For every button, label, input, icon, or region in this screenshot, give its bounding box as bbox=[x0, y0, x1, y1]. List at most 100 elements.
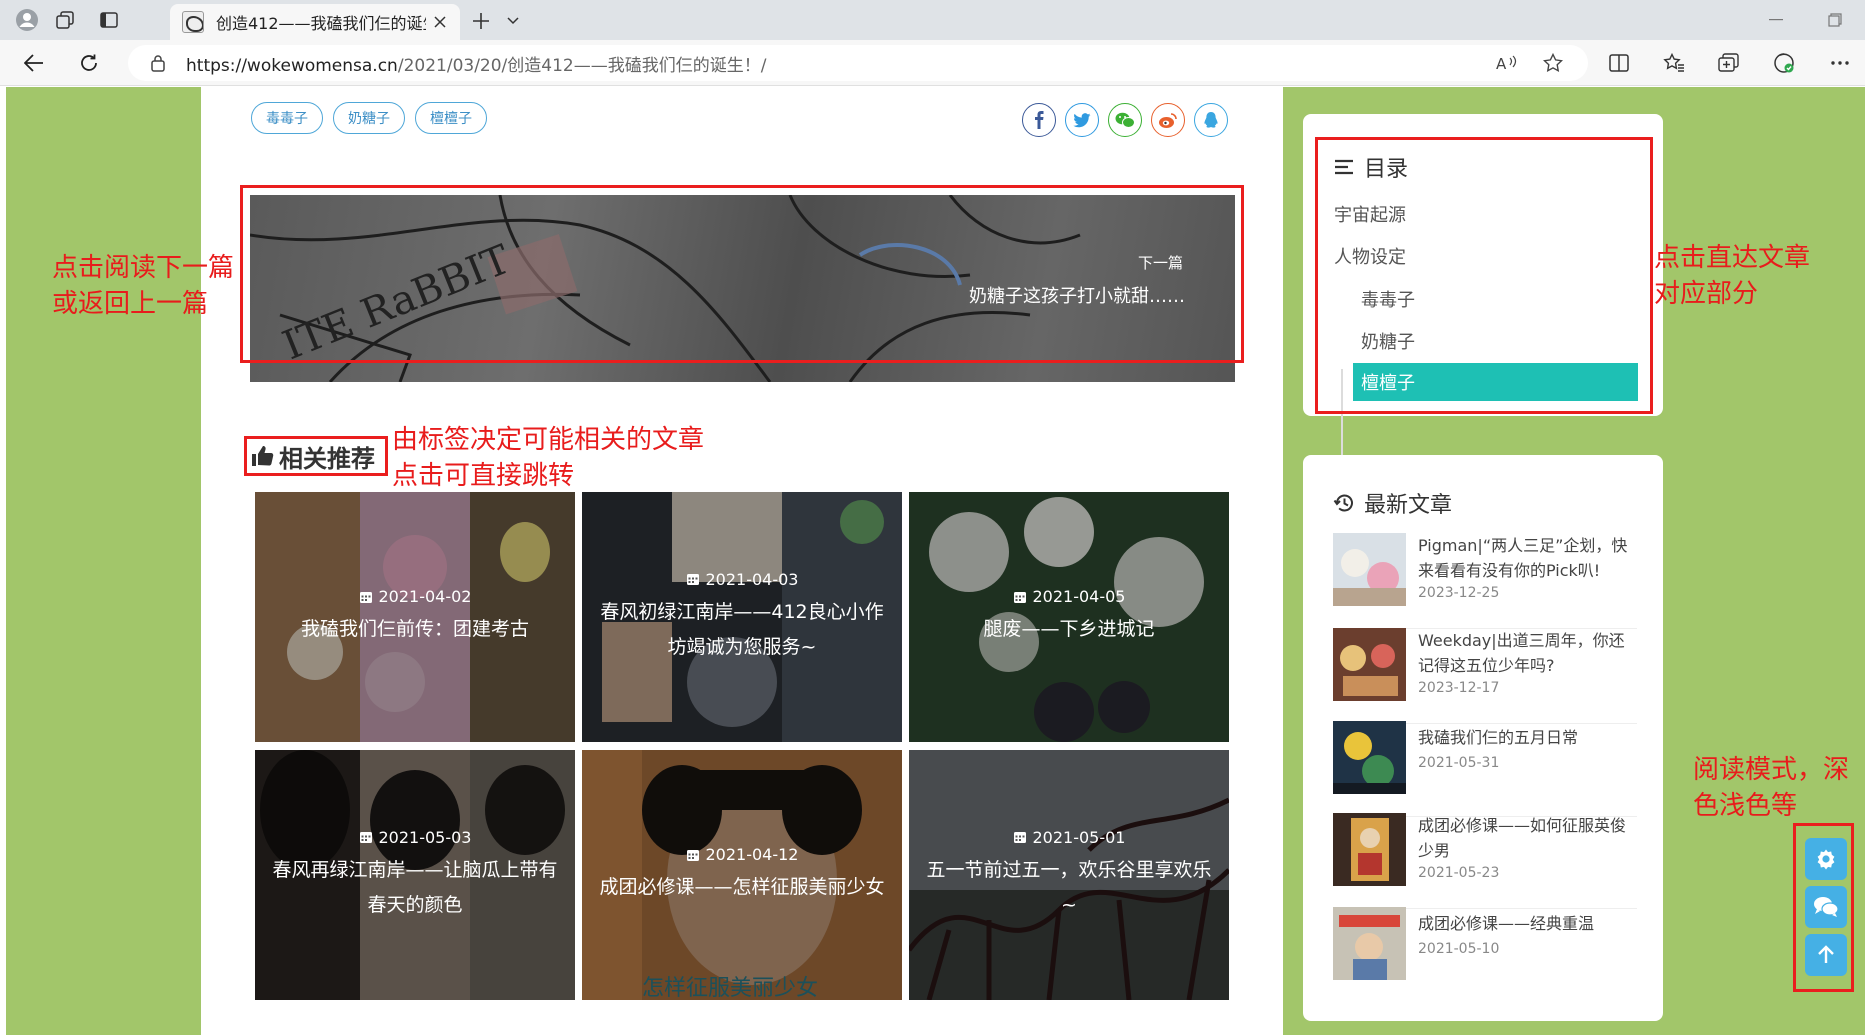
card-title[interactable]: 腿废——下乡进城记 bbox=[971, 612, 1166, 647]
recent-heading-text: 最新文章 bbox=[1364, 493, 1453, 518]
card-date: 2021-04-02 bbox=[378, 587, 472, 606]
address-bar[interactable]: https://wokewomensa.cn/2021/03/20/创造412—… bbox=[128, 45, 1588, 81]
url-host: https://wokewomensa.cn bbox=[186, 55, 398, 76]
card-title[interactable]: 春风再绿江南岸——让脑瓜上带有春天的颜色 bbox=[255, 853, 575, 923]
profile-icon[interactable] bbox=[12, 5, 42, 35]
twitter-icon[interactable] bbox=[1065, 103, 1099, 137]
workspaces-icon[interactable] bbox=[50, 5, 80, 35]
recent-post-title[interactable]: 成团必修课——如何征服英俊少男 bbox=[1418, 813, 1638, 863]
related-post-card[interactable]: 2021-04-05 腿废——下乡进城记 bbox=[909, 492, 1229, 742]
browser-essentials-icon[interactable] bbox=[1768, 47, 1800, 79]
recent-post-title[interactable]: Pigman|“两人三足”企划，快来看看有没有你的Pick叭! bbox=[1418, 533, 1638, 583]
wechat-icon[interactable] bbox=[1108, 103, 1142, 137]
card-date: 2021-04-05 bbox=[1032, 587, 1126, 606]
recent-post-date: 2021-05-10 bbox=[1418, 941, 1500, 957]
more-menu-icon[interactable] bbox=[1824, 47, 1856, 79]
url-text[interactable]: https://wokewomensa.cn/2021/03/20/创造412—… bbox=[186, 51, 766, 76]
tag-link[interactable]: 奶糖子 bbox=[333, 102, 405, 134]
card-meta: 2021-05-03 bbox=[359, 827, 472, 847]
tag-link[interactable]: 檀檀子 bbox=[415, 102, 487, 134]
recent-post-date: 2021-05-23 bbox=[1418, 865, 1500, 881]
split-screen-icon[interactable] bbox=[1603, 47, 1635, 79]
recent-post-item[interactable]: 我磕我们仨的五月日常 2021-05-31 bbox=[1333, 721, 1637, 817]
annotation-line: 点击可直接跳转 bbox=[392, 461, 575, 491]
annotation-box-next-post bbox=[240, 185, 1244, 363]
card-date: 2021-05-03 bbox=[378, 827, 472, 847]
card-meta: 2021-04-12 bbox=[686, 845, 799, 864]
recent-post-item[interactable]: Pigman|“两人三足”企划，快来看看有没有你的Pick叭! 2023-12-… bbox=[1333, 533, 1637, 629]
card-title[interactable]: 春风初绿江南岸——412良心小作坊竭诚为您服务~ bbox=[582, 595, 902, 665]
related-post-card[interactable]: 2021-04-02 我磕我们仨前传：团建考古 bbox=[255, 492, 575, 742]
refresh-icon[interactable] bbox=[73, 47, 105, 79]
minimize-icon[interactable] bbox=[1756, 6, 1796, 34]
recent-heading: 最新文章 bbox=[1333, 487, 1452, 519]
new-tab-icon[interactable] bbox=[466, 6, 496, 36]
card-meta: 2021-04-02 bbox=[359, 587, 472, 606]
lock-icon[interactable] bbox=[148, 53, 168, 73]
related-post-card[interactable]: 2021-05-03 春风再绿江南岸——让脑瓜上带有春天的颜色 bbox=[255, 750, 575, 1000]
card-title[interactable]: 五一节前过五一，欢乐谷里享欢乐~ bbox=[909, 853, 1229, 923]
recent-post-thumb[interactable] bbox=[1333, 533, 1406, 606]
facebook-icon[interactable] bbox=[1022, 103, 1056, 137]
recent-post-item[interactable]: 成团必修课——如何征服英俊少男 2021-05-23 bbox=[1333, 813, 1637, 909]
annotation-line: 点击阅读下一篇 bbox=[52, 253, 235, 283]
site-favicon-icon bbox=[182, 11, 204, 33]
recent-post-thumb[interactable] bbox=[1333, 628, 1406, 701]
annotation-line: 对应部分 bbox=[1654, 279, 1759, 309]
back-arrow-icon[interactable] bbox=[18, 47, 50, 79]
card-meta: 2021-04-05 bbox=[1013, 587, 1126, 606]
card-title[interactable]: 我磕我们仨前传：团建考古 bbox=[289, 612, 541, 647]
tab-title: 创造412——我磕我们仨的诞生！ bbox=[216, 14, 426, 33]
calendar-icon bbox=[686, 849, 699, 861]
active-tab[interactable]: 创造412——我磕我们仨的诞生！ bbox=[170, 4, 460, 40]
recent-post-title[interactable]: 成团必修课——经典重温 bbox=[1418, 911, 1638, 936]
card-meta: 2021-05-01 bbox=[1013, 827, 1126, 847]
close-tab-icon[interactable] bbox=[428, 10, 452, 34]
favorites-icon[interactable] bbox=[1658, 47, 1690, 79]
history-clock-icon bbox=[1333, 494, 1353, 512]
restore-icon[interactable] bbox=[1815, 6, 1855, 34]
recent-post-thumb[interactable] bbox=[1333, 907, 1406, 980]
recent-post-thumb[interactable] bbox=[1333, 721, 1406, 794]
related-post-card[interactable]: 2021-05-01 五一节前过五一，欢乐谷里享欢乐~ bbox=[909, 750, 1229, 1000]
collections-icon[interactable] bbox=[1713, 47, 1745, 79]
share-buttons bbox=[1022, 103, 1228, 137]
article-tags: 毒毒子 奶糖子 檀檀子 bbox=[251, 102, 487, 134]
browser-tab-bar: 创造412——我磕我们仨的诞生！ bbox=[0, 0, 1865, 40]
recent-post-date: 2023-12-17 bbox=[1418, 680, 1500, 696]
weibo-icon[interactable] bbox=[1151, 103, 1185, 137]
card-date: 2021-05-01 bbox=[1032, 827, 1126, 847]
read-aloud-icon[interactable]: A bbox=[1492, 48, 1522, 78]
qq-icon[interactable] bbox=[1194, 103, 1228, 137]
vertical-tabs-icon[interactable] bbox=[94, 5, 124, 35]
tag-link[interactable]: 毒毒子 bbox=[251, 102, 323, 134]
calendar-icon bbox=[686, 574, 699, 585]
related-post-card[interactable]: 怎样征服美丽少女 2021-04-12 成团必修课——怎样征服美丽少女 bbox=[582, 750, 902, 1000]
recent-post-title[interactable]: Weekday|出道三周年，你还记得这五位少年吗? bbox=[1418, 628, 1638, 678]
annotation-related-note: 由标签决定可能相关的文章 点击可直接跳转 bbox=[392, 422, 704, 494]
annotation-line: 由标签决定可能相关的文章 bbox=[392, 425, 705, 455]
card-meta: 2021-04-03 bbox=[686, 569, 799, 589]
recent-post-date: 2023-12-25 bbox=[1418, 585, 1500, 601]
calendar-icon bbox=[359, 591, 372, 603]
annotation-tools-note: 阅读模式，深 色浅色等 bbox=[1693, 752, 1849, 824]
tab-list-chevron-icon[interactable] bbox=[500, 6, 526, 36]
annotation-box-toc bbox=[1315, 137, 1653, 414]
recent-post-title[interactable]: 我磕我们仨的五月日常 bbox=[1418, 725, 1638, 750]
annotation-line: 阅读模式，深 bbox=[1693, 755, 1850, 785]
recent-post-item[interactable]: Weekday|出道三周年，你还记得这五位少年吗? 2023-12-17 bbox=[1333, 628, 1637, 724]
related-post-card[interactable]: 2021-04-03 春风初绿江南岸——412良心小作坊竭诚为您服务~ bbox=[582, 492, 902, 742]
svg-text:A: A bbox=[1496, 55, 1507, 72]
calendar-icon bbox=[359, 832, 372, 843]
card-date: 2021-04-03 bbox=[705, 569, 799, 589]
card-date: 2021-04-12 bbox=[705, 845, 799, 864]
recent-post-date: 2021-05-31 bbox=[1418, 755, 1500, 771]
card-title[interactable]: 成团必修课——怎样征服美丽少女 bbox=[587, 870, 896, 905]
annotation-box-floating-tools bbox=[1793, 823, 1854, 992]
page-left-edge bbox=[0, 87, 6, 1035]
favorite-star-icon[interactable] bbox=[1538, 48, 1568, 78]
recent-post-thumb[interactable] bbox=[1333, 813, 1406, 886]
recent-post-item[interactable]: 成团必修课——经典重温 2021-05-10 bbox=[1333, 907, 1637, 1003]
annotation-line: 点击直达文章 bbox=[1654, 243, 1811, 273]
page-viewport: 毒毒子 奶糖子 檀檀子 ITE RaBBIT 下一篇 奶糖子这孩子打小就甜…… … bbox=[0, 87, 1865, 1035]
